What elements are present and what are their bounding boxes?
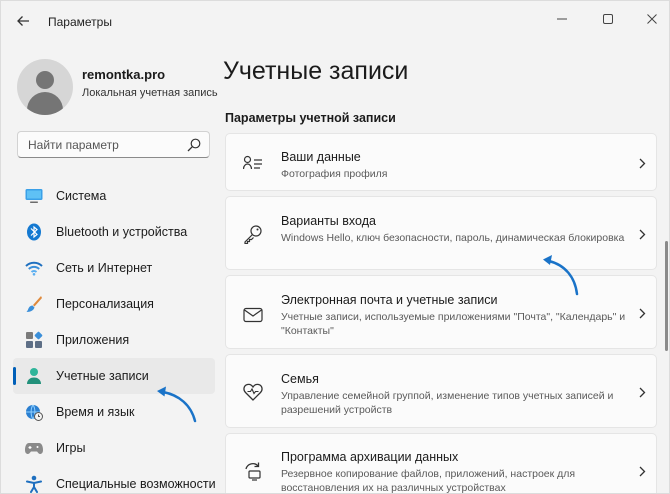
sidebar-item-system[interactable]: Система — [13, 178, 215, 214]
sidebar-item-label: Учетные записи — [56, 369, 149, 383]
close-icon — [647, 14, 657, 24]
card-description: Windows Hello, ключ безопасности, пароль… — [281, 232, 625, 244]
close-button[interactable] — [639, 9, 665, 29]
card-title: Ваши данные — [281, 150, 361, 164]
card-description: Управление семейной группой, изменение т… — [281, 390, 614, 416]
card-title: Семья — [281, 372, 319, 386]
person-icon — [25, 367, 43, 385]
sidebar-item-bluetooth[interactable]: Bluetooth и устройства — [13, 214, 215, 250]
sidebar-item-label: Bluetooth и устройства — [56, 225, 188, 239]
chevron-right-icon — [636, 157, 648, 169]
card-description: Учетные записи, используемые приложениям… — [281, 311, 626, 337]
chevron-right-icon — [636, 386, 648, 398]
minimize-button[interactable] — [549, 9, 575, 29]
card-title: Варианты входа — [281, 214, 376, 228]
sidebar-item-label: Специальные возможности — [56, 477, 216, 491]
scrollbar[interactable] — [665, 241, 668, 351]
card-your-info[interactable]: Ваши данные Фотография профиля — [225, 133, 657, 191]
sidebar-item-label: Время и язык — [56, 405, 135, 419]
card-email-accounts[interactable]: Электронная почта и учетные записи Учетн… — [225, 275, 657, 349]
sidebar-item-label: Персонализация — [56, 297, 154, 311]
accessibility-icon — [25, 475, 43, 493]
chevron-right-icon — [636, 307, 648, 319]
card-title: Электронная почта и учетные записи — [281, 293, 498, 307]
sidebar-item-network[interactable]: Сеть и Интернет — [13, 250, 215, 286]
sidebar-nav: Система Bluetooth и устройства Сеть и Ин… — [13, 178, 216, 493]
bluetooth-icon — [25, 223, 43, 241]
window-title: Параметры — [48, 15, 112, 29]
page-title: Учетные записи — [223, 57, 409, 85]
profile-block[interactable]: remontka.pro Локальная учетная запись — [17, 53, 218, 115]
sidebar-item-gaming[interactable]: Игры — [13, 430, 215, 466]
back-button[interactable] — [11, 10, 35, 32]
sidebar-item-personalization[interactable]: Персонализация — [13, 286, 215, 322]
search-box — [17, 131, 210, 158]
card-backup[interactable]: Программа архивации данных Резервное коп… — [225, 433, 657, 494]
card-sign-in-options[interactable]: Варианты входа Windows Hello, ключ безоп… — [225, 196, 657, 270]
sidebar-item-label: Сеть и Интернет — [56, 261, 153, 275]
globe-clock-icon — [25, 403, 43, 421]
chevron-right-icon — [636, 465, 648, 477]
minimize-icon — [557, 18, 567, 20]
profile-name: remontka.pro — [82, 67, 166, 82]
avatar — [17, 59, 73, 115]
mail-icon — [242, 304, 264, 326]
section-title: Параметры учетной записи — [225, 111, 396, 125]
sidebar-item-label: Приложения — [56, 333, 130, 347]
brush-icon — [25, 295, 43, 313]
monitor-icon — [25, 187, 43, 205]
arrow-left-icon — [17, 16, 29, 26]
card-title: Программа архивации данных — [281, 450, 459, 464]
maximize-icon — [603, 14, 613, 24]
title-bar: Параметры — [1, 1, 669, 39]
card-description: Резервное копирование файлов, приложений… — [281, 468, 576, 494]
sidebar-item-apps[interactable]: Приложения — [13, 322, 215, 358]
search-icon[interactable] — [187, 138, 201, 152]
active-indicator — [13, 367, 16, 385]
settings-window: Параметры remontka.pro Локальная учетная… — [0, 0, 670, 494]
heart-icon — [242, 381, 264, 403]
sidebar-item-accessibility[interactable]: Специальные возможности — [13, 466, 216, 493]
backup-icon — [242, 460, 264, 482]
wifi-icon — [25, 259, 43, 277]
search-input[interactable] — [18, 132, 178, 157]
person-card-icon — [242, 152, 264, 174]
maximize-button[interactable] — [595, 9, 621, 29]
profile-account-type: Локальная учетная запись — [82, 87, 218, 99]
card-family[interactable]: Семья Управление семейной группой, измен… — [225, 354, 657, 428]
key-icon — [242, 223, 264, 245]
apps-icon — [25, 331, 43, 349]
sidebar-item-label: Система — [56, 189, 107, 203]
sidebar-item-time-language[interactable]: Время и язык — [13, 394, 215, 430]
sidebar-item-accounts[interactable]: Учетные записи — [13, 358, 215, 394]
sidebar-item-label: Игры — [56, 441, 86, 455]
chevron-right-icon — [636, 228, 648, 240]
card-description: Фотография профиля — [281, 168, 388, 180]
gamepad-icon — [25, 439, 43, 457]
